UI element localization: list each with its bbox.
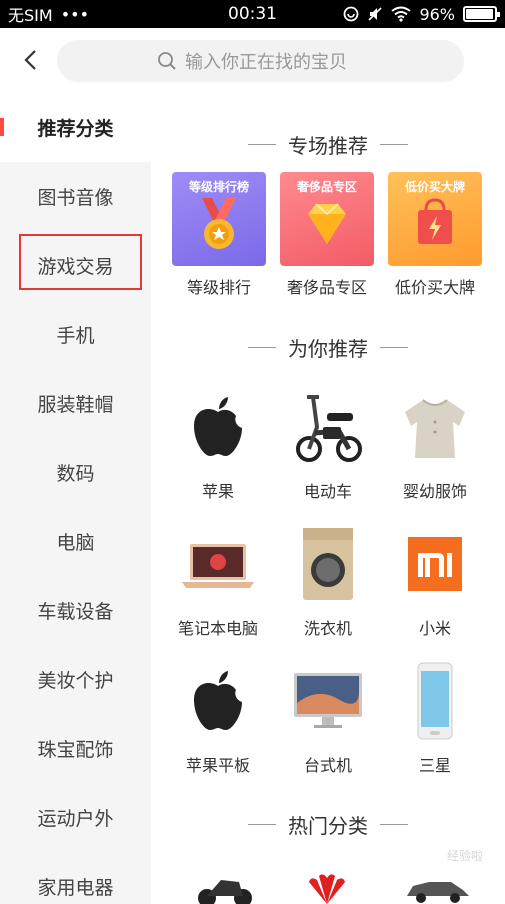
washing-machine-icon — [303, 528, 353, 600]
section-title-text: 为你推荐 — [288, 337, 368, 361]
promo-card: 奢侈品专区 — [280, 172, 374, 266]
divider — [380, 144, 408, 145]
divider — [380, 824, 408, 825]
category-label: 电动车 — [303, 482, 352, 501]
battery-percent: 96% — [419, 4, 455, 24]
promo-rank[interactable]: 等级排行榜 等级排行 — [172, 172, 268, 298]
status-dots: ••• — [60, 4, 89, 24]
sidebar-item-label: 推荐分类 — [37, 117, 114, 140]
header: 输入你正在找的宝贝 — [0, 28, 505, 92]
sidebar-item-label: 游戏交易 — [37, 256, 114, 278]
divider — [248, 347, 276, 348]
sidebar-item-label: 手机 — [56, 325, 95, 347]
section-title-for-you: 为你推荐 — [151, 333, 505, 362]
category-laptop[interactable]: 笔记本电脑 — [163, 519, 273, 639]
search-input[interactable]: 输入你正在找的宝贝 — [57, 40, 464, 82]
status-bar: 无SIM ••• 00:31 96% — [0, 0, 505, 28]
sidebar-item-jewelry[interactable]: 珠宝配饰 — [0, 714, 151, 783]
laptop-icon — [182, 544, 254, 588]
wifi-icon — [391, 6, 412, 22]
category-ebike[interactable]: 电动车 — [273, 382, 383, 502]
search-placeholder: 输入你正在找的宝贝 — [185, 52, 347, 73]
divider — [248, 144, 276, 145]
sidebar-item-label: 美妆个护 — [37, 670, 114, 692]
sidebar-item-car-devices[interactable]: 车载设备 — [0, 576, 151, 645]
xiaomi-icon — [408, 537, 462, 591]
category-label: 小米 — [418, 619, 451, 638]
do-not-disturb-icon — [344, 6, 359, 22]
sidebar-item-books-media[interactable]: 图书音像 — [0, 162, 151, 231]
divider — [380, 347, 408, 348]
section-title-special: 专场推荐 — [151, 130, 505, 159]
shopping-bag-icon — [418, 198, 452, 244]
sidebar-item-recommended[interactable]: 推荐分类 — [0, 92, 151, 162]
promo-low-price[interactable]: 低价买大牌 低价买大牌 — [388, 172, 484, 298]
motorcycle-icon[interactable] — [195, 870, 255, 904]
battery-level — [466, 9, 493, 19]
sidebar-item-label: 家用电器 — [37, 877, 114, 899]
sidebar-item-clothing[interactable]: 服装鞋帽 — [0, 369, 151, 438]
apple-icon — [194, 397, 242, 456]
battery-icon — [463, 6, 500, 22]
sidebar-item-label: 图书音像 — [37, 187, 114, 209]
apple-icon — [194, 671, 242, 730]
sidebar-item-phones[interactable]: 手机 — [0, 300, 151, 369]
desktop-icon — [294, 673, 362, 728]
category-sidebar: 推荐分类 图书音像 游戏交易 手机 服装鞋帽 数码 电脑 车载设备 美妆个护 珠… — [0, 92, 151, 904]
back-button[interactable] — [0, 28, 60, 92]
category-label: 苹果 — [201, 482, 234, 501]
category-samsung[interactable]: 三星 — [380, 656, 490, 776]
sidebar-item-appliances[interactable]: 家用电器 — [0, 852, 151, 904]
sidebar-item-game-trading[interactable]: 游戏交易 — [0, 231, 151, 300]
baby-clothes-icon — [405, 399, 465, 458]
category-desktop[interactable]: 台式机 — [273, 656, 383, 776]
section-title-hot: 热门分类 — [151, 810, 505, 839]
sidebar-item-label: 电脑 — [56, 532, 95, 554]
sidebar-item-label: 数码 — [56, 463, 95, 485]
phone-icon — [417, 662, 453, 740]
medal-icon — [202, 198, 236, 249]
section-title-text: 专场推荐 — [288, 134, 368, 158]
section-title-text: 热门分类 — [288, 814, 368, 838]
promo-label: 低价买大牌 — [394, 278, 475, 297]
huawei-logo-icon[interactable] — [299, 870, 355, 904]
sidebar-item-label: 运动户外 — [37, 808, 114, 830]
category-label: 婴幼服饰 — [402, 482, 467, 501]
sidebar-item-label: 珠宝配饰 — [37, 739, 114, 761]
sidebar-item-label: 车载设备 — [37, 601, 114, 623]
category-label: 台式机 — [303, 756, 352, 775]
active-indicator — [0, 118, 4, 136]
watermark: 经验啦 — [446, 849, 483, 863]
category-label: 三星 — [418, 756, 451, 775]
sidebar-item-label: 服装鞋帽 — [37, 394, 114, 416]
silent-icon — [368, 7, 383, 21]
promo-label: 奢侈品专区 — [286, 278, 367, 297]
category-label: 苹果平板 — [185, 756, 250, 775]
promo-card: 等级排行榜 — [172, 172, 266, 266]
category-apple-tablet[interactable]: 苹果平板 — [163, 656, 273, 776]
sidebar-item-digital[interactable]: 数码 — [0, 438, 151, 507]
category-apple[interactable]: 苹果 — [163, 382, 273, 502]
diamond-icon — [308, 203, 346, 244]
category-baby-clothes[interactable]: 婴幼服饰 — [380, 382, 490, 502]
sidebar-item-computers[interactable]: 电脑 — [0, 507, 151, 576]
promo-luxury[interactable]: 奢侈品专区 奢侈品专区 — [280, 172, 376, 298]
category-xiaomi[interactable]: 小米 — [380, 519, 490, 639]
sidebar-item-beauty[interactable]: 美妆个护 — [0, 645, 151, 714]
chevron-left-icon — [24, 50, 36, 70]
ebike-icon — [296, 395, 362, 462]
category-label: 笔记本电脑 — [177, 619, 258, 638]
car-icon[interactable] — [403, 874, 473, 904]
sidebar-item-sports[interactable]: 运动户外 — [0, 783, 151, 852]
divider — [248, 824, 276, 825]
carrier-text: 无SIM — [8, 6, 53, 25]
promo-label: 等级排行 — [186, 278, 251, 297]
category-washing-machine[interactable]: 洗衣机 — [273, 519, 383, 639]
main-content: 专场推荐 等级排行榜 等级排行 奢侈品专区 奢侈品专区 低价买大牌 低价买大牌 … — [151, 92, 505, 904]
search-icon — [158, 52, 176, 70]
promo-card: 低价买大牌 — [388, 172, 482, 266]
category-label: 洗衣机 — [303, 619, 352, 638]
